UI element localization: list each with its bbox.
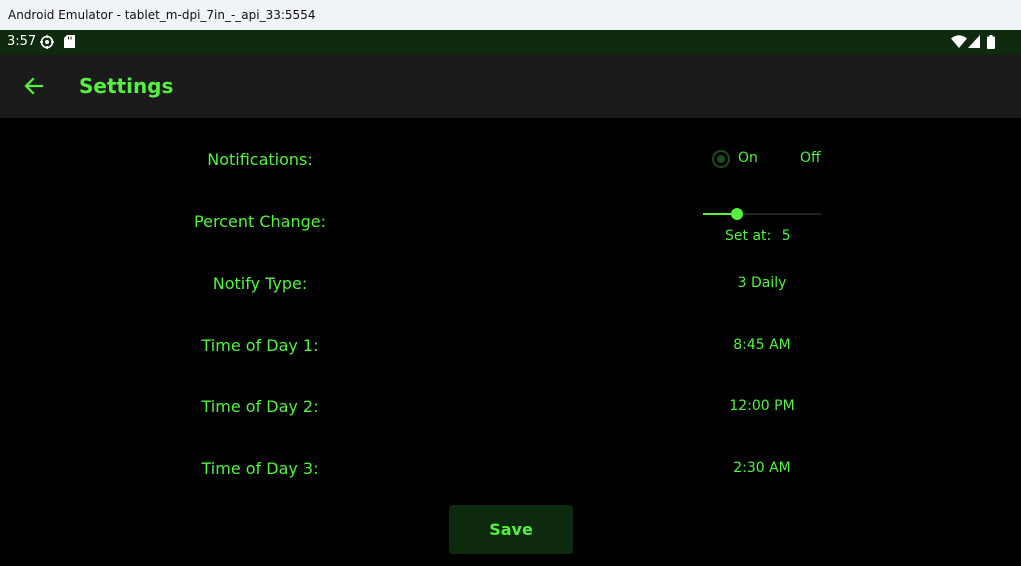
app-bar: Settings: [0, 54, 1021, 118]
cell-signal-icon: [968, 35, 980, 52]
window-title: Android Emulator - tablet_m-dpi_7in_-_ap…: [8, 8, 316, 22]
set-at-label: Set at:: [725, 228, 772, 244]
battery-icon: [987, 35, 995, 53]
settings-content: Notifications: On Off Percent Change: Se…: [0, 118, 1021, 566]
notifications-label: Notifications:: [207, 150, 313, 169]
sync-icon: [40, 35, 54, 53]
status-bar: 3:57: [0, 30, 1021, 54]
status-time: 3:57: [7, 34, 37, 49]
back-arrow-icon[interactable]: [22, 74, 46, 98]
percent-change-label: Percent Change:: [194, 212, 326, 231]
time-of-day-3-label: Time of Day 3:: [201, 459, 319, 478]
time-of-day-1-label: Time of Day 1:: [201, 336, 319, 355]
save-button[interactable]: Save: [449, 505, 573, 554]
notifications-on-radio[interactable]: [712, 150, 730, 168]
set-at-readout: Set at: 5: [725, 228, 791, 244]
time-of-day-3-value[interactable]: 2:30 AM: [702, 460, 822, 476]
sd-card-icon: [64, 35, 75, 52]
time-of-day-2-label: Time of Day 2:: [201, 397, 319, 416]
set-at-value: 5: [781, 228, 791, 244]
slider-thumb[interactable]: [731, 208, 744, 220]
notifications-on-label[interactable]: On: [738, 150, 758, 166]
percent-change-slider[interactable]: [703, 208, 821, 220]
wifi-icon: [951, 35, 967, 52]
window-title-bar: Android Emulator - tablet_m-dpi_7in_-_ap…: [0, 0, 1021, 30]
time-of-day-1-value[interactable]: 8:45 AM: [702, 337, 822, 353]
notify-type-value[interactable]: 3 Daily: [702, 275, 822, 291]
notify-type-label: Notify Type:: [212, 274, 308, 293]
notifications-off-label[interactable]: Off: [800, 150, 821, 166]
time-of-day-2-value[interactable]: 12:00 PM: [702, 398, 822, 414]
page-title: Settings: [79, 74, 174, 98]
